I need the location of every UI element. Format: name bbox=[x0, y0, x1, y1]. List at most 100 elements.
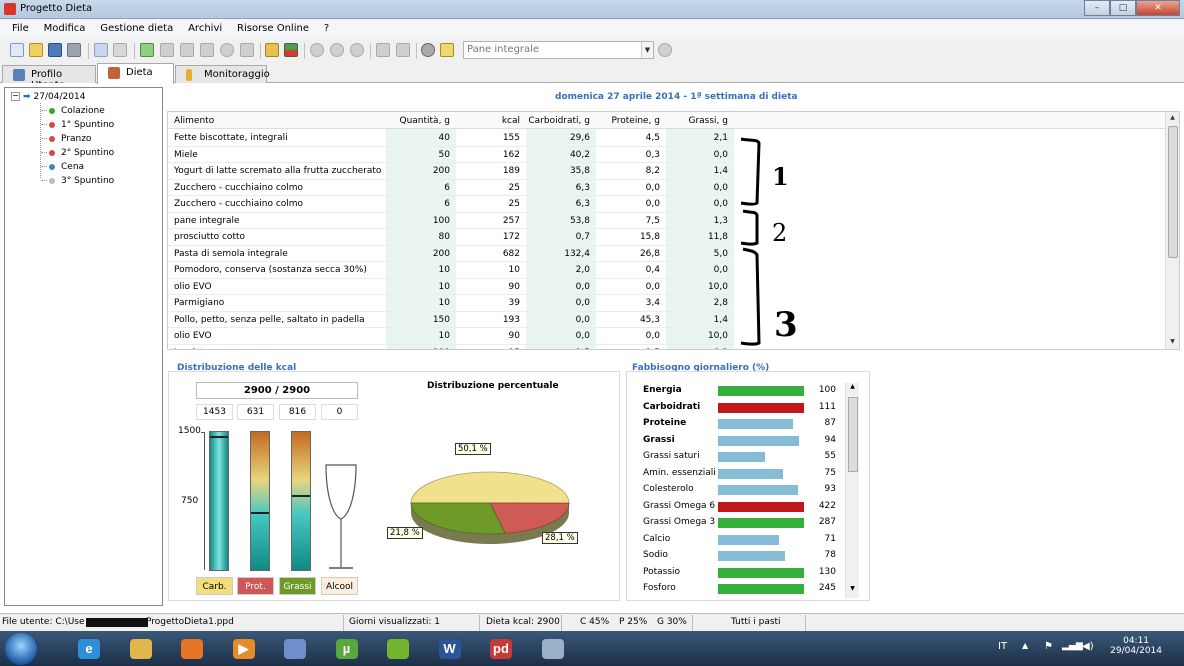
user-icon[interactable] bbox=[310, 43, 324, 57]
stats-icon[interactable] bbox=[376, 43, 390, 57]
table-row[interactable]: Parmigiano 10 39 0,0 3,4 2,8 bbox=[168, 295, 734, 312]
table-row[interactable]: olio EVO 10 90 0,0 0,0 10,0 bbox=[168, 279, 734, 295]
taskbar-app[interactable] bbox=[272, 633, 318, 665]
favorite-icon[interactable] bbox=[200, 43, 214, 57]
tray-expand-icon[interactable]: ▲ bbox=[1022, 641, 1028, 650]
copy-icon[interactable] bbox=[94, 43, 108, 57]
taskbar-app[interactable]: ▶ bbox=[221, 633, 267, 665]
volume-icon[interactable]: ◀) bbox=[1082, 641, 1094, 652]
taskbar-app[interactable]: W bbox=[427, 633, 473, 665]
add-food-icon[interactable] bbox=[140, 43, 154, 57]
column-header[interactable]: Carboidrati, g bbox=[526, 116, 596, 126]
taskbar-app[interactable]: pd bbox=[478, 633, 524, 665]
scroll-down-icon[interactable]: ▼ bbox=[846, 585, 859, 592]
tree-root[interactable]: − ➡ 27/04/2014 bbox=[11, 92, 85, 102]
table-row[interactable]: pane integrale 100 257 53,8 7,5 1,3 bbox=[168, 213, 734, 229]
table-row[interactable]: Fette biscottate, integrali 40 155 29,6 4,5 2… bbox=[168, 130, 734, 147]
table-row[interactable]: prosciutto cotto 80 172 0,7 15,8 11,8 bbox=[168, 229, 734, 246]
scroll-thumb[interactable] bbox=[1168, 126, 1178, 258]
menu-file[interactable]: File bbox=[0, 20, 35, 34]
edit-food-icon[interactable] bbox=[160, 43, 174, 57]
table-row[interactable]: Zucchero - cucchiaino colmo 6 25 6,3 0,0 0,0 bbox=[168, 180, 734, 196]
column-header[interactable]: Grassi, g bbox=[666, 116, 734, 126]
menu-archivi[interactable]: Archivi bbox=[182, 20, 228, 34]
tab-profilo-utente[interactable]: Profilo Utente bbox=[2, 65, 96, 91]
network-icon[interactable]: ▂▄▆ bbox=[1062, 641, 1083, 651]
column-header[interactable]: kcal bbox=[456, 116, 526, 126]
collapse-icon[interactable]: − bbox=[11, 92, 20, 101]
tab-dieta[interactable]: Dieta bbox=[97, 63, 174, 84]
scroll-down-icon[interactable]: ▼ bbox=[1166, 336, 1179, 348]
print-icon[interactable] bbox=[67, 43, 81, 57]
table-cell: 1,5 bbox=[596, 348, 666, 350]
arrow-right-icon: ➡ bbox=[23, 92, 31, 102]
needs-scrollbar[interactable]: ▲ ▼ bbox=[845, 383, 859, 598]
minimize-button[interactable]: – bbox=[1084, 0, 1110, 16]
column-header[interactable]: Alimento bbox=[174, 116, 384, 126]
taskbar-app[interactable]: µ bbox=[324, 633, 370, 665]
tree-item[interactable]: 3° Spuntino bbox=[41, 176, 114, 189]
insert-food-icon[interactable] bbox=[658, 43, 672, 57]
taskbar-app[interactable] bbox=[530, 633, 576, 665]
chevron-down-icon[interactable]: ▼ bbox=[641, 42, 653, 58]
save-icon[interactable] bbox=[48, 43, 62, 57]
menu-modifica[interactable]: Modifica bbox=[38, 20, 92, 34]
table-row[interactable]: Insalata100151,51,50,3 bbox=[168, 345, 734, 350]
meal-dot-icon bbox=[49, 121, 55, 128]
table-row[interactable]: Pasta di semola integrale 200 682 132,4 26,8… bbox=[168, 246, 734, 262]
user-edit-icon[interactable] bbox=[330, 43, 344, 57]
table-row[interactable]: Pollo, petto, senza pelle, saltato in pa… bbox=[168, 312, 734, 328]
move-food-icon[interactable] bbox=[180, 43, 194, 57]
table-row[interactable]: Miele 50 162 40,2 0,3 0,0 bbox=[168, 147, 734, 163]
taskbar-app[interactable] bbox=[375, 633, 421, 665]
table-icon[interactable] bbox=[265, 43, 279, 57]
tree-item[interactable]: 1° Spuntino bbox=[41, 120, 114, 133]
menu-risorse-online[interactable]: Risorse Online bbox=[231, 20, 315, 34]
taskbar-app[interactable] bbox=[169, 633, 215, 665]
column-header[interactable]: Quantità, g bbox=[386, 116, 456, 126]
taskbar-app[interactable]: e bbox=[66, 633, 112, 665]
column-header[interactable]: Proteine, g bbox=[596, 116, 666, 126]
tab-monitoraggio[interactable]: Monitoraggio bbox=[175, 65, 270, 84]
needs-bar bbox=[718, 518, 804, 528]
search-food-icon[interactable] bbox=[240, 43, 254, 57]
tree-item[interactable]: Colazione bbox=[41, 106, 105, 119]
scroll-up-icon[interactable]: ▲ bbox=[846, 383, 859, 390]
stats-detail-icon[interactable] bbox=[396, 43, 410, 57]
table-row[interactable]: Zucchero - cucchiaino colmo 6 25 6,3 0,0 0,0 bbox=[168, 196, 734, 213]
close-button[interactable]: ✕ bbox=[1136, 0, 1180, 16]
scroll-thumb[interactable] bbox=[848, 397, 858, 472]
open-folder-icon[interactable] bbox=[29, 43, 43, 57]
table-row[interactable]: olio EVO 10 90 0,0 0,0 10,0 bbox=[168, 328, 734, 345]
table-cell: 6,3 bbox=[575, 199, 590, 209]
flag-icon[interactable]: ⚑ bbox=[1044, 641, 1053, 652]
scroll-up-icon[interactable]: ▲ bbox=[1166, 112, 1179, 124]
menu-help[interactable]: ? bbox=[318, 20, 335, 34]
tree-item[interactable]: 2° Spuntino bbox=[41, 148, 114, 161]
table-row[interactable]: Pomodoro, conserva (sostanza secca 30%) 1… bbox=[168, 262, 734, 279]
delete-food-icon[interactable] bbox=[220, 43, 234, 57]
tree-item[interactable]: Pranzo bbox=[41, 134, 91, 147]
language-indicator[interactable]: IT bbox=[998, 641, 1007, 652]
table-cell: 29,6 bbox=[569, 133, 590, 143]
users-icon[interactable] bbox=[350, 43, 364, 57]
table-cell: 0,0 bbox=[713, 199, 728, 209]
clock[interactable]: 04:11 29/04/2014 bbox=[1110, 636, 1162, 656]
new-file-icon[interactable] bbox=[10, 43, 24, 57]
info-icon[interactable] bbox=[421, 43, 435, 57]
chart-icon[interactable] bbox=[284, 43, 298, 57]
table-row[interactable]: Yogurt di latte scremato alla frutta zuc… bbox=[168, 163, 734, 180]
start-button[interactable] bbox=[5, 633, 37, 665]
table-scrollbar[interactable]: ▲ ▼ bbox=[1165, 112, 1179, 349]
internet-explorer-icon: e bbox=[78, 639, 100, 659]
menu-gestione-dieta[interactable]: Gestione dieta bbox=[94, 20, 179, 34]
maximize-button[interactable]: □ bbox=[1110, 0, 1136, 16]
notes-icon[interactable] bbox=[440, 43, 454, 57]
table-cell: Pasta di semola integrale bbox=[174, 248, 288, 259]
taskbar-app[interactable] bbox=[118, 633, 164, 665]
food-select[interactable]: Pane integrale ▼ bbox=[463, 41, 654, 59]
needs-row: Grassi Omega 6 422 bbox=[640, 499, 840, 516]
tree-item[interactable]: Cena bbox=[41, 162, 84, 175]
paste-icon[interactable] bbox=[113, 43, 127, 57]
needs-label: Grassi Omega 6 bbox=[643, 500, 716, 511]
